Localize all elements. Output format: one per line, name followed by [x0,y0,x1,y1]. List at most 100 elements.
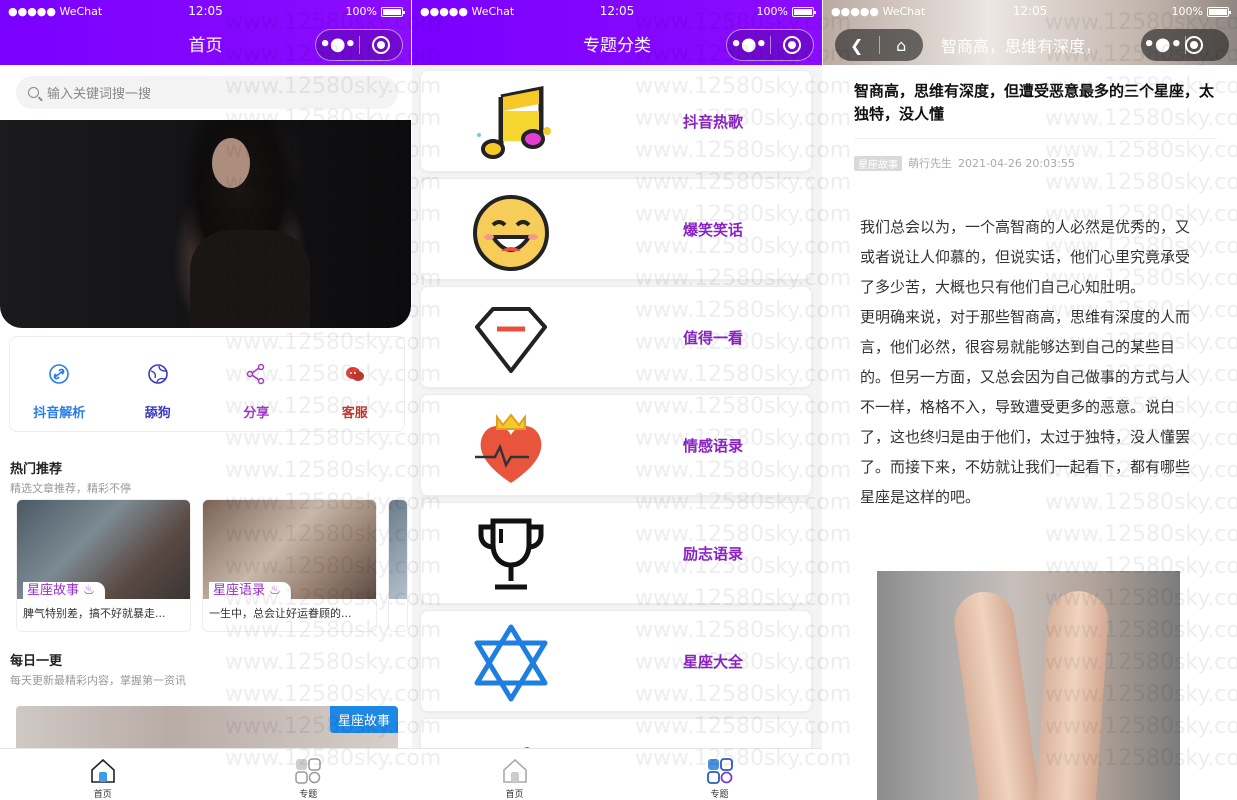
card-tag: 星座语录 ♨ [209,582,291,600]
quick-service[interactable]: 客服 [306,337,405,431]
tab-bar: 首页 专题 [412,748,822,800]
home-icon: ⌂ [896,35,907,55]
tab-home[interactable]: 首页 [412,749,617,800]
topic-label: 爆笑笑话 [683,221,744,239]
quick-label: 抖音解析 [33,406,86,421]
article-card[interactable]: 星座语录 ♨ 一生中，总会让好运眷顾的... [202,499,377,632]
card-desc: 一生中，总会让好运眷顾的... [209,607,352,620]
article-meta: 星座故事 萌行先生 2021-04-26 20:03:55 [854,155,1075,171]
card-tag: 星座故事 ♨ [23,582,105,600]
more-menu-button[interactable]: •●• [727,30,770,60]
more-menu-button[interactable]: •●• [1141,30,1185,60]
search-placeholder: 输入关键词搜一搜 [47,87,152,102]
home-screen: ●●●●● WeChat 12:05 100% 首页 •●• 输入关键词搜一搜 … [0,0,411,800]
daily-tag: 星座故事 [329,706,398,733]
search-icon [28,87,39,98]
battery-icon [1207,6,1231,17]
diamond-icon [475,307,547,373]
article-screen: ●●●●● WeChat 12:05 100% ❮ ⌂ 智商高，思维有深度， •… [823,0,1237,800]
battery-icon [792,6,816,17]
tab-topics[interactable]: 专题 [617,749,822,800]
star-of-david-icon [474,624,548,702]
chat-icon [344,363,366,385]
status-bar: ●●●●● WeChat 12:05 100% [0,0,411,24]
target-icon [1185,36,1204,54]
back-home-capsule: ❮ ⌂ [835,29,923,61]
back-button[interactable]: ❮ [835,36,879,55]
hot-section-title: 热门推荐 [10,462,63,477]
hot-cards: 星座故事 ♨ 脾气特别差，搞不好就暴走... 星座语录 ♨ 一生中，总会让好运眷… [16,499,408,632]
topic-label: 星座大全 [683,653,744,671]
tab-label: 首页 [93,790,112,800]
topic-item[interactable]: 星座大全 [420,610,812,712]
banner-carousel[interactable] [0,120,411,328]
home-icon [90,758,115,783]
topic-item[interactable]: 值得一看 [420,286,812,388]
grid-icon [295,758,321,784]
chevron-left-icon: ❮ [850,35,864,55]
target-icon [782,36,801,54]
quick-share[interactable]: 分享 [207,337,306,431]
grid-icon [706,758,733,784]
battery-percent: 100% [345,5,377,18]
target-icon [371,36,390,54]
status-bar: ●●●●● WeChat 12:05 100% [823,0,1237,24]
card-desc: 脾气特别差，搞不好就暴走... [23,607,166,620]
battery-icon [381,6,405,17]
home-button[interactable]: ⌂ [879,36,923,55]
topic-item[interactable]: 爆笑笑话 [420,178,812,280]
heart-crown-icon [475,413,542,483]
topic-label: 值得一看 [683,329,744,347]
globe-icon [147,363,169,385]
quick-label: 分享 [243,406,270,421]
tab-bar: 首页 专题 [0,748,411,800]
fire-icon: ♨ [269,583,281,598]
category-badge: 星座故事 [854,155,902,171]
article-body: 我们总会以为，一个高智商的人必然是优秀的，又或者说让人仰慕的，但说实话，他们心里… [860,212,1200,512]
mini-program-capsule: •●• [726,29,814,61]
battery-indicator: 100% [757,5,816,18]
hot-section-subtitle: 精选文章推荐，精彩不停 [10,482,131,495]
tab-label: 首页 [505,790,524,800]
laughing-face-icon [473,195,549,271]
article-card-partial[interactable] [388,499,408,632]
share-icon [245,363,267,385]
topic-label: 情感语录 [683,437,744,455]
quick-douyin-parse[interactable]: 抖音解析 [10,337,109,431]
tab-home[interactable]: 首页 [0,749,206,800]
topic-item[interactable]: 励志语录 [420,502,812,604]
battery-indicator: 100% [1172,5,1231,18]
author: 萌行先生 [908,157,952,170]
status-bar: ●●●●● WeChat 12:05 100% [412,0,822,24]
paragraph: 更明确来说，对于那些智商高，思维有深度的人而言，他们必然，很容易就能够达到自己的… [860,308,1191,506]
quick-tiangou[interactable]: 舔狗 [109,337,208,431]
more-menu-button[interactable]: •●• [316,30,359,60]
quick-actions: 抖音解析 舔狗 分享 客服 [9,336,405,432]
close-program-button[interactable] [770,36,813,54]
tab-topics[interactable]: 专题 [206,749,412,800]
mini-program-capsule: •●• [315,29,403,61]
topic-label: 抖音热歌 [683,113,744,131]
mini-program-capsule: •●• [1141,29,1229,61]
trophy-icon [478,518,544,590]
tab-label: 专题 [299,790,318,800]
article-title: 智商高，思维有深度，但遭受恶意最多的三个星座，太独特，没人懂 [854,82,1215,123]
quick-label: 客服 [341,406,368,421]
topic-item[interactable]: 抖音热歌 [420,70,812,172]
fire-icon: ♨ [83,583,95,598]
daily-section-subtitle: 每天更新最精彩内容，掌握第一资讯 [10,674,186,687]
article-card[interactable]: 星座故事 ♨ 脾气特别差，搞不好就暴走... [16,499,191,632]
topics-screen: ●●●●● WeChat 12:05 100% 专题分类 •●• 抖音热歌 爆笑… [412,0,822,800]
close-program-button[interactable] [1185,36,1229,54]
topic-label: 励志语录 [683,545,744,563]
link-icon [48,363,70,385]
music-note-icon [477,85,551,159]
home-icon [502,758,527,783]
nav-title: 智商高，思维有深度， [941,37,1102,56]
article-image[interactable] [877,571,1180,800]
topic-item[interactable]: 情感语录 [420,394,812,496]
publish-date: 2021-04-26 20:03:55 [958,156,1075,170]
daily-section-title: 每日一更 [10,654,63,669]
close-program-button[interactable] [359,36,402,54]
search-input[interactable]: 输入关键词搜一搜 [16,76,398,109]
